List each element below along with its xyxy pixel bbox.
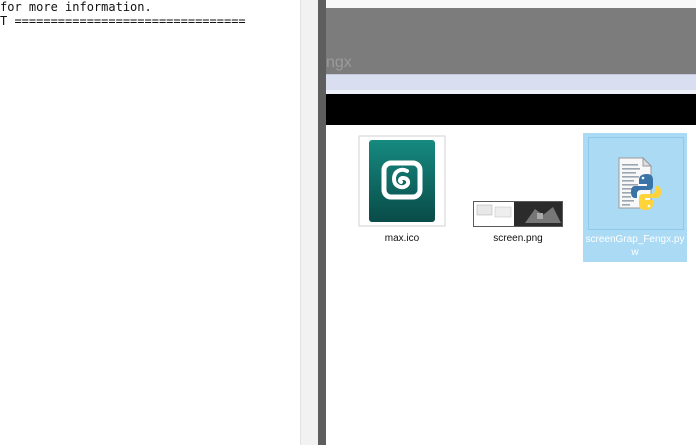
- explorer-title-bar[interactable]: ngx: [326, 8, 696, 74]
- screenshot-thumbnail: [473, 201, 563, 227]
- shell-output-line: for more information.: [0, 0, 152, 14]
- file-name: screenGrap_Fengx.py: [585, 234, 685, 245]
- file-item-screen-png[interactable]: screen.png: [471, 135, 565, 245]
- window-divider: [318, 0, 326, 445]
- window-top-edge: [326, 0, 696, 8]
- file-name-continued: w: [631, 247, 639, 258]
- desktop: for more information. T ================…: [0, 0, 696, 445]
- shell-output-line: T ================================: [0, 14, 246, 28]
- explorer-toolbar[interactable]: [326, 74, 696, 91]
- file-name: screen.png: [493, 233, 543, 244]
- python-script-icon: [588, 137, 684, 230]
- file-list: max.ico screen.png screenGrap_Fengx.py w: [326, 125, 696, 445]
- 3ds-max-icon: [357, 135, 447, 227]
- python-shell-window[interactable]: for more information. T ================…: [0, 0, 300, 445]
- file-item-screengrap-pyw[interactable]: screenGrap_Fengx.py w: [583, 133, 687, 262]
- file-name: max.ico: [384, 233, 420, 244]
- address-bar[interactable]: [326, 94, 696, 125]
- window-title: ngx: [326, 54, 352, 71]
- file-explorer-window: ngx max.ico screen.png screenGrap_Fengx.…: [326, 0, 696, 445]
- file-item-max-ico[interactable]: max.ico: [356, 135, 448, 245]
- shell-scrollbar[interactable]: [300, 0, 319, 445]
